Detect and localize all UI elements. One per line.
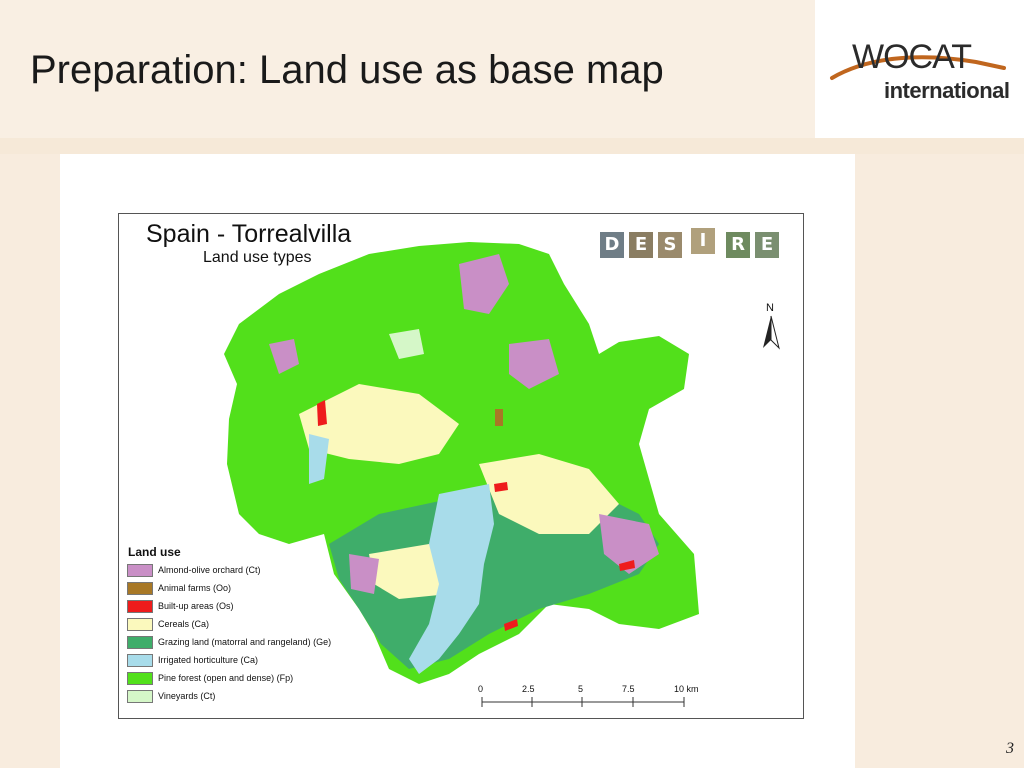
region-animal-farm — [495, 409, 503, 426]
legend-swatch — [127, 636, 153, 649]
legend-label: Built-up areas (Os) — [158, 601, 234, 611]
scale-label: 0 — [478, 684, 484, 694]
legend-swatch — [127, 690, 153, 703]
legend-swatch — [127, 582, 153, 595]
region-almond-4 — [349, 554, 379, 594]
legend-label: Grazing land (matorral and rangeland) (G… — [158, 637, 332, 647]
desire-letter: E — [755, 232, 779, 258]
desire-letter: S — [658, 232, 682, 258]
desire-letter: R — [726, 232, 750, 258]
slide-title: Preparation: Land use as base map — [30, 48, 664, 92]
desire-letter: D — [600, 232, 624, 258]
logo-wordmark: WOCAT — [852, 38, 972, 76]
legend-swatch — [127, 564, 153, 577]
legend-swatch — [127, 654, 153, 667]
legend-label: Pine forest (open and dense) (Fp) — [158, 673, 294, 683]
logo-subtitle: international — [884, 78, 1010, 103]
desire-logo: D E S I R E — [598, 228, 788, 264]
scale-bar — [481, 697, 685, 707]
north-arrow-icon — [763, 315, 780, 350]
legend-label: Vineyards (Ct) — [158, 691, 216, 701]
scale-label: 7.5 — [622, 684, 635, 694]
legend-title: Land use — [128, 545, 181, 559]
legend-label: Irrigated horticulture (Ca) — [158, 655, 259, 665]
desire-letter: E — [629, 232, 653, 258]
legend-swatch — [127, 618, 153, 631]
scale-label: 5 — [578, 684, 584, 694]
legend-label: Cereals (Ca) — [158, 619, 210, 629]
divider-band — [0, 138, 1024, 154]
desire-letter: I — [691, 228, 715, 254]
legend-label: Animal farms (Oo) — [158, 583, 232, 593]
map-subtitle: Land use types — [203, 249, 312, 266]
legend-swatch — [127, 672, 153, 685]
legend-label: Almond-olive orchard (Ct) — [158, 565, 261, 575]
scale-label: 2.5 — [522, 684, 535, 694]
page-number: 3 — [1006, 740, 1014, 757]
legend-swatch — [127, 600, 153, 613]
map-title: Spain - Torrealvilla — [146, 220, 352, 248]
scale-label: 10 km — [674, 684, 699, 694]
